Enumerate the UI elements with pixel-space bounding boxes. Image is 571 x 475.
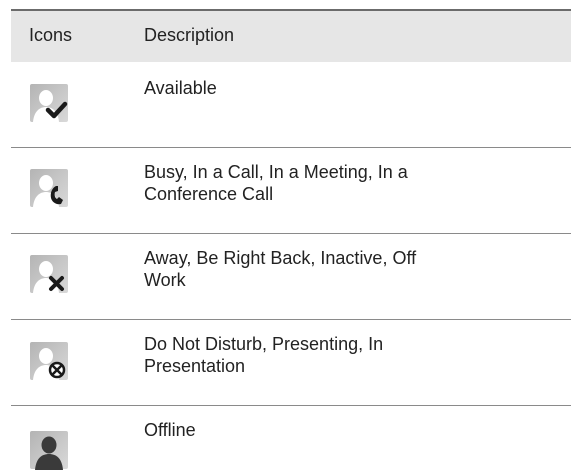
table-row: Away, Be Right Back, Inactive, Off Work	[11, 234, 571, 320]
column-header-description: Description	[144, 25, 235, 45]
row-description: Busy, In a Call, In a Meeting, In a Conf…	[144, 161, 544, 205]
row-description: Available	[144, 77, 544, 99]
description-line: Busy, In a Call, In a Meeting, In a	[144, 162, 408, 182]
description-line: Conference Call	[144, 184, 274, 204]
row-description: Do Not Disturb, Presenting, In Presentat…	[144, 333, 544, 377]
table-row: Available	[11, 62, 571, 148]
table-row: Do Not Disturb, Presenting, In Presentat…	[11, 320, 571, 406]
description-line: Offline	[144, 420, 196, 440]
description-line: Work	[144, 270, 186, 290]
column-header-icons: Icons	[29, 25, 73, 45]
away-status-icon	[29, 254, 69, 294]
table-row: Busy, In a Call, In a Meeting, In a Conf…	[11, 148, 571, 234]
description-line: Available	[144, 78, 217, 98]
row-description: Away, Be Right Back, Inactive, Off Work	[144, 247, 544, 291]
table-header: Icons Description	[11, 9, 571, 62]
description-line: Away, Be Right Back, Inactive, Off	[144, 248, 417, 268]
description-line: Do Not Disturb, Presenting, In	[144, 334, 384, 354]
presence-status-table: Icons Description Available Busy, In a C…	[0, 0, 571, 475]
row-description: Offline	[144, 419, 544, 441]
do-not-disturb-status-icon	[29, 341, 69, 381]
offline-status-icon	[29, 430, 69, 470]
description-line: Presentation	[144, 356, 246, 376]
table-row: Offline	[11, 406, 571, 475]
available-status-icon	[29, 83, 69, 123]
busy-status-icon	[29, 168, 69, 208]
